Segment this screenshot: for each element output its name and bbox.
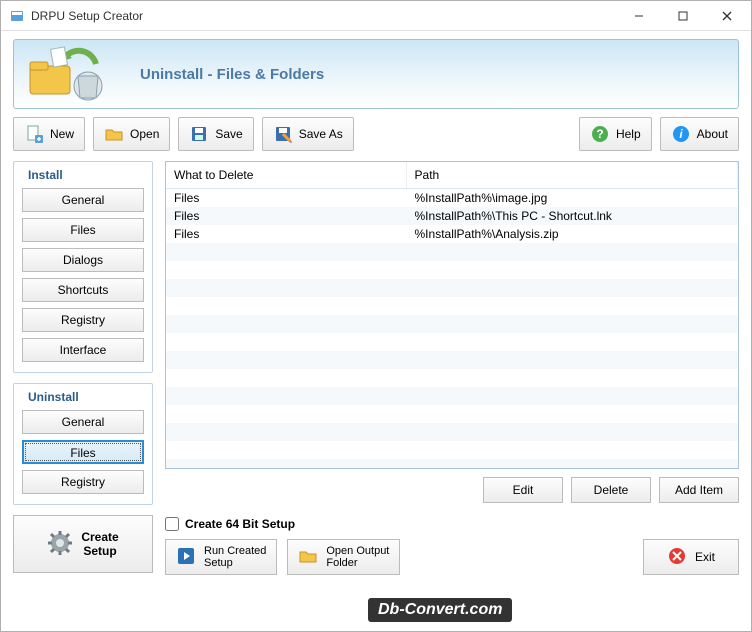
table-row[interactable]: Files%InstallPath%\Analysis.zip bbox=[166, 225, 738, 243]
create-setup-button[interactable]: Create Setup bbox=[13, 515, 153, 573]
delete-button[interactable]: Delete bbox=[571, 477, 651, 503]
about-label: About bbox=[697, 127, 728, 141]
install-item-registry[interactable]: Registry bbox=[22, 308, 144, 332]
create-64bit-checkbox[interactable]: Create 64 Bit Setup bbox=[165, 517, 739, 531]
open-label: Open bbox=[130, 127, 159, 141]
window-title: DRPU Setup Creator bbox=[31, 9, 617, 23]
save-button[interactable]: Save bbox=[178, 117, 253, 151]
install-item-general[interactable]: General bbox=[22, 188, 144, 212]
open-output-folder-button[interactable]: Open Output Folder bbox=[287, 539, 400, 575]
table-row[interactable]: Files%InstallPath%\This PC - Shortcut.ln… bbox=[166, 207, 738, 225]
table-row-empty bbox=[166, 405, 738, 423]
table-row-empty bbox=[166, 441, 738, 459]
col-path[interactable]: Path bbox=[406, 162, 737, 189]
banner-logo-icon bbox=[26, 46, 116, 102]
close-button[interactable] bbox=[705, 2, 749, 30]
titlebar: DRPU Setup Creator bbox=[1, 1, 751, 31]
help-label: Help bbox=[616, 127, 641, 141]
maximize-button[interactable] bbox=[661, 2, 705, 30]
folder-open-icon bbox=[104, 124, 124, 144]
cell-what: Files bbox=[166, 189, 406, 208]
table-row-empty bbox=[166, 333, 738, 351]
uninstall-group: Uninstall General Files Registry bbox=[13, 383, 153, 505]
cell-path: %InstallPath%\This PC - Shortcut.lnk bbox=[406, 207, 737, 225]
create-setup-label: Create Setup bbox=[81, 530, 118, 558]
new-file-icon bbox=[24, 124, 44, 144]
add-item-button[interactable]: Add Item bbox=[659, 477, 739, 503]
table-row-empty bbox=[166, 369, 738, 387]
table-row-empty bbox=[166, 351, 738, 369]
app-icon bbox=[9, 8, 25, 24]
toolbar: New Open Save Save As ? Help i About bbox=[13, 117, 739, 151]
watermark: Db-Convert.com bbox=[368, 598, 512, 622]
play-icon bbox=[176, 546, 196, 569]
table-row-empty bbox=[166, 279, 738, 297]
banner: Uninstall - Files & Folders bbox=[13, 39, 739, 109]
run-label: Run Created Setup bbox=[204, 545, 266, 569]
col-what[interactable]: What to Delete bbox=[166, 162, 406, 189]
table-row-empty bbox=[166, 243, 738, 261]
svg-text:?: ? bbox=[596, 127, 603, 141]
save-as-label: Save As bbox=[299, 127, 343, 141]
about-button[interactable]: i About bbox=[660, 117, 739, 151]
create-64bit-label: Create 64 Bit Setup bbox=[185, 517, 295, 531]
table-row-empty bbox=[166, 387, 738, 405]
install-item-dialogs[interactable]: Dialogs bbox=[22, 248, 144, 272]
exit-label: Exit bbox=[695, 550, 715, 564]
cell-what: Files bbox=[166, 225, 406, 243]
help-button[interactable]: ? Help bbox=[579, 117, 652, 151]
install-item-files[interactable]: Files bbox=[22, 218, 144, 242]
uninstall-item-registry[interactable]: Registry bbox=[22, 470, 144, 494]
openout-label: Open Output Folder bbox=[326, 545, 389, 569]
banner-title: Uninstall - Files & Folders bbox=[140, 66, 324, 83]
table-row-empty bbox=[166, 459, 738, 469]
folder-icon bbox=[298, 546, 318, 569]
install-title: Install bbox=[24, 168, 67, 182]
help-icon: ? bbox=[590, 124, 610, 144]
cell-path: %InstallPath%\image.jpg bbox=[406, 189, 737, 208]
close-circle-icon bbox=[667, 546, 687, 569]
save-icon bbox=[189, 124, 209, 144]
uninstall-files-table[interactable]: What to Delete Path Files%InstallPath%\i… bbox=[165, 161, 739, 469]
new-button[interactable]: New bbox=[13, 117, 85, 151]
save-as-button[interactable]: Save As bbox=[262, 117, 354, 151]
run-created-setup-button[interactable]: Run Created Setup bbox=[165, 539, 277, 575]
open-button[interactable]: Open bbox=[93, 117, 170, 151]
gear-icon bbox=[47, 530, 73, 559]
uninstall-item-files[interactable]: Files bbox=[22, 440, 144, 464]
install-group: Install General Files Dialogs Shortcuts Regi… bbox=[13, 161, 153, 373]
info-icon: i bbox=[671, 124, 691, 144]
save-as-icon bbox=[273, 124, 293, 144]
table-row-empty bbox=[166, 297, 738, 315]
table-row-empty bbox=[166, 423, 738, 441]
install-item-interface[interactable]: Interface bbox=[22, 338, 144, 362]
exit-button[interactable]: Exit bbox=[643, 539, 739, 575]
create-64bit-input[interactable] bbox=[165, 517, 179, 531]
uninstall-item-general[interactable]: General bbox=[22, 410, 144, 434]
table-row-empty bbox=[166, 315, 738, 333]
table-row-empty bbox=[166, 261, 738, 279]
save-label: Save bbox=[215, 127, 242, 141]
cell-path: %InstallPath%\Analysis.zip bbox=[406, 225, 737, 243]
table-row[interactable]: Files%InstallPath%\image.jpg bbox=[166, 189, 738, 208]
install-item-shortcuts[interactable]: Shortcuts bbox=[22, 278, 144, 302]
edit-button[interactable]: Edit bbox=[483, 477, 563, 503]
minimize-button[interactable] bbox=[617, 2, 661, 30]
uninstall-title: Uninstall bbox=[24, 390, 83, 404]
cell-what: Files bbox=[166, 207, 406, 225]
new-label: New bbox=[50, 127, 74, 141]
